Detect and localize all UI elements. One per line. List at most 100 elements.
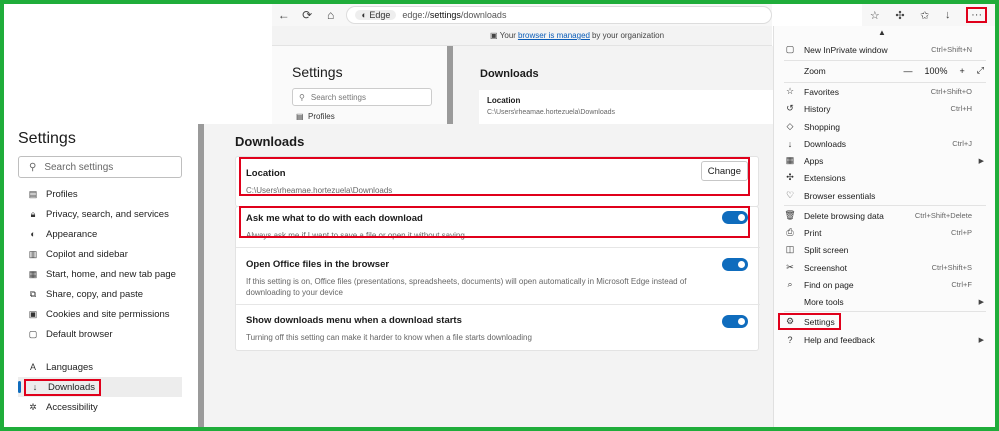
edge-icon: ◐ <box>361 10 367 20</box>
lock-icon: 🔒︎ <box>30 208 36 219</box>
sidebar-item-default-browser[interactable]: ▢ Default browser <box>18 324 182 344</box>
menu-shortcut: Ctrl+J <box>952 139 972 148</box>
help-icon: ? <box>787 334 793 345</box>
menu-browser-essentials[interactable]: ♡ Browser essentials <box>774 187 996 204</box>
menu-delete-browsing-data[interactable]: 🗑︎ Delete browsing data Ctrl+Shift+Delete <box>774 207 996 224</box>
divider <box>236 304 760 305</box>
sidebar-item-copilot[interactable]: ▥ Copilot and sidebar <box>18 244 182 264</box>
menu-settings[interactable]: ⚙ Settings <box>774 313 996 330</box>
home-icon[interactable]: ⌂ <box>323 8 338 22</box>
menu-label: Print <box>804 227 822 238</box>
download-icon[interactable]: ↓ <box>945 9 951 21</box>
change-button[interactable]: Change <box>700 161 748 181</box>
sidebar-item-start-home[interactable]: ▦ Start, home, and new tab page <box>18 264 182 284</box>
sidebar-item-appearance[interactable]: ◐ Appearance <box>18 224 182 244</box>
sidebar-item-share[interactable]: ⧉ Share, copy, and paste <box>18 284 182 304</box>
menu-shortcut: Ctrl+P <box>950 228 972 237</box>
downloads-title: Downloads <box>235 134 305 149</box>
location-card: Location C:\Users\rheamae.hortezuela\Dow… <box>235 156 759 207</box>
menu-favorites[interactable]: ☆ Favorites Ctrl+Shift+O <box>774 83 996 100</box>
fullscreen-icon[interactable]: ⤢ <box>977 65 984 76</box>
sidebar-item-downloads[interactable]: ↓ Downloads <box>18 377 182 397</box>
sidebar-item-label: Privacy, search, and services <box>46 208 169 220</box>
zoom-out-icon[interactable]: — <box>904 66 913 76</box>
bg-search-input[interactable]: ⚲ Search settings <box>292 88 432 106</box>
sidebar-item-privacy[interactable]: 🔒︎ Privacy, search, and services <box>18 204 182 224</box>
menu-desc: Turning off this setting can make it har… <box>246 333 532 342</box>
search-input[interactable]: ⚲ Search settings <box>18 156 182 178</box>
menu-split-screen[interactable]: ◫ Split screen <box>774 241 996 258</box>
menu-label: History <box>804 103 831 114</box>
menu-title: Show downloads menu when a download star… <box>246 315 462 326</box>
menu-print[interactable]: ⎙ Print Ctrl+P <box>774 224 996 241</box>
languages-icon: A <box>29 362 36 372</box>
office-row: Open Office files in the browser If this… <box>236 259 760 298</box>
sidebar-item-label: Languages <box>46 361 94 373</box>
menu-screenshot[interactable]: ✂ Screenshot Ctrl+Shift+S <box>774 259 996 276</box>
url-prefix: edge:// <box>402 10 430 20</box>
extensions-icon: ✣ <box>786 172 794 182</box>
sidebar-item-label: Share, copy, and paste <box>46 288 143 300</box>
settings-sidebar: Settings ⚲ Search settings ▤ Profiles 🔒︎ P… <box>4 124 198 427</box>
favorites-icon[interactable]: ✩ <box>920 9 929 22</box>
search-icon: ⚲ <box>299 92 305 102</box>
address-bar[interactable]: ◐ Edge edge://settings/downloads <box>346 6 772 24</box>
find-icon: ⌕ <box>787 279 793 289</box>
chevron-right-icon: ▶ <box>978 157 984 165</box>
bg-location-card: Location C:\Users\rheamae.hortezuela\Dow… <box>479 90 773 126</box>
site-pill[interactable]: ◐ Edge <box>355 10 397 20</box>
trash-icon: 🗑︎ <box>784 210 796 220</box>
sidebar-item-label: Profiles <box>46 188 78 200</box>
menu-label: Favorites <box>804 86 839 97</box>
bg-search-placeholder: Search settings <box>310 92 366 102</box>
menu-find-on-page[interactable]: ⌕ Find on page Ctrl+F <box>774 276 996 293</box>
ask-toggle[interactable] <box>722 211 748 224</box>
menu-new-inprivate[interactable]: ▢ New InPrivate window Ctrl+Shift+N <box>774 41 996 58</box>
sidebar-item-label: Default browser <box>46 328 113 340</box>
bg-main: Downloads Location C:\Users\rheamae.hort… <box>453 46 773 126</box>
menu-history[interactable]: ↺ History Ctrl+H <box>774 100 996 117</box>
more-menu-button[interactable]: ··· <box>966 7 988 23</box>
menu-label: Help and feedback <box>804 334 875 345</box>
location-label: Location <box>246 168 286 179</box>
blank-overlay <box>4 4 272 124</box>
star-icon[interactable]: ☆ <box>870 9 880 22</box>
menu-zoom: Zoom — 100% + ⤢ <box>774 62 996 79</box>
menu-toggle[interactable] <box>722 315 748 328</box>
apps-icon: ▦ <box>785 155 795 165</box>
gear-icon: ⚙ <box>785 316 795 326</box>
menu-downloads[interactable]: ↓ Downloads Ctrl+J <box>774 135 996 152</box>
download-icon: ↓ <box>32 382 38 392</box>
bg-profiles-label: Profiles <box>308 112 335 121</box>
managed-banner: ▣ Your browser is managed by your organi… <box>272 26 772 46</box>
url-suffix: /downloads <box>460 10 507 20</box>
options-card: Ask me what to do with each download Alw… <box>235 206 760 351</box>
managed-post: by your organization <box>591 31 665 40</box>
sidebar-item-languages[interactable]: A Languages <box>18 357 182 377</box>
downloads-highlight: ↓ Downloads <box>24 378 101 396</box>
office-desc: If this setting is on, Office files (pre… <box>246 277 687 297</box>
menu-shopping[interactable]: ◇ Shopping <box>774 118 996 135</box>
sidebar-item-profiles[interactable]: ▤ Profiles <box>18 184 182 204</box>
location-path: C:\Users\rheamae.hortezuela\Downloads <box>246 186 393 195</box>
sidebar-item-accessibility[interactable]: ✲ Accessibility <box>18 397 182 417</box>
managed-link[interactable]: browser is managed <box>518 31 590 40</box>
back-icon[interactable]: ← <box>276 8 291 22</box>
menu-label: Browser essentials <box>804 190 876 201</box>
search-placeholder: Search settings <box>44 161 114 173</box>
refresh-icon[interactable]: ⟳ <box>299 8 314 22</box>
extensions-icon[interactable]: ✣ <box>895 9 904 22</box>
sidebar-item-cookies[interactable]: ▣ Cookies and site permissions <box>18 304 182 324</box>
menu-extensions[interactable]: ✣ Extensions <box>774 169 996 186</box>
office-toggle[interactable] <box>722 258 748 271</box>
sidebar-icon: ▥ <box>28 248 38 259</box>
menu-more-tools[interactable]: More tools ▶ <box>774 293 996 310</box>
zoom-in-icon[interactable]: + <box>960 66 965 76</box>
menu-help-feedback[interactable]: ? Help and feedback ▶ <box>774 331 996 348</box>
bg-profiles-item[interactable]: ▤ Profiles <box>296 112 447 121</box>
menu-shortcut: Ctrl+H <box>950 104 972 113</box>
browser-right-icons: ☆ ✣ ✩ ↓ ··· <box>862 4 995 26</box>
menu-apps[interactable]: ▦ Apps ▶ <box>774 152 996 169</box>
settings-main: Downloads Location C:\Users\rheamae.hort… <box>204 124 773 427</box>
shopping-icon: ◇ <box>786 121 794 131</box>
